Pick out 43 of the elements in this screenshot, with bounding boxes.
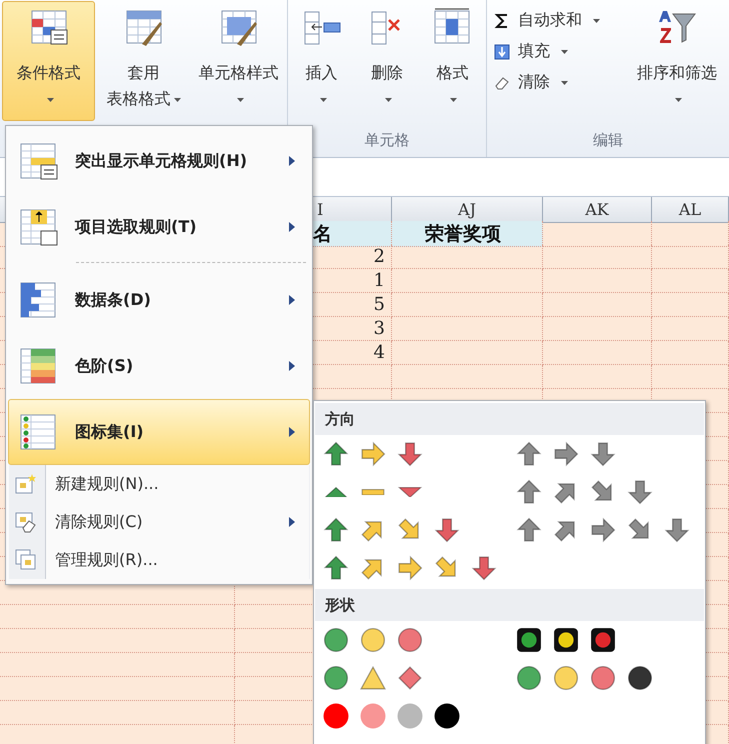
caret-icon [320, 98, 327, 102]
caret-icon [174, 98, 181, 102]
caret-icon [385, 98, 392, 102]
column-header[interactable]: AK [543, 197, 652, 223]
highlight-rules-icon [19, 141, 59, 181]
group-label: 编辑 [592, 130, 624, 150]
column-header[interactable]: AL [652, 197, 729, 223]
top-rules-icon [19, 207, 59, 247]
ribbon-button[interactable]: 自动求和 [489, 7, 619, 34]
ribbon-button[interactable]: 排序和筛选 [627, 1, 727, 121]
ribbon-button[interactable]: 单元格样式 [192, 1, 286, 121]
ribbon-button[interactable]: 格式 [420, 1, 484, 121]
menu-item[interactable]: 突出显示单元格规则(H) [8, 128, 310, 194]
group-label: 单元格 [364, 130, 411, 150]
caret-icon [450, 98, 458, 102]
menu-item[interactable]: 清除规则(C) [8, 503, 310, 541]
column-header[interactable]: AJ [392, 197, 543, 223]
menu-item[interactable]: 管理规则(R)... [8, 541, 310, 579]
table-style-icon [124, 8, 164, 48]
manage-rules-icon [15, 549, 37, 571]
caret-icon [675, 98, 682, 102]
caret-icon [561, 50, 568, 54]
section-header: 方向 [315, 403, 704, 435]
caret-icon [236, 98, 244, 102]
new-rule-icon [15, 473, 37, 495]
caret-icon [593, 18, 600, 22]
clear-rules-icon [15, 511, 37, 533]
ribbon-button[interactable]: 删除 [355, 1, 419, 121]
cell-style-icon [218, 8, 259, 48]
caret-icon [46, 98, 54, 102]
menu-item[interactable]: 图标集(I) [8, 399, 310, 465]
ribbon-button[interactable]: 填充 [489, 38, 619, 65]
ribbon-button[interactable]: 清除 [489, 69, 619, 96]
sum-icon [494, 12, 510, 28]
ribbon-button[interactable]: 插入 [290, 1, 354, 121]
menu-item[interactable]: 新建规则(N)... [8, 465, 310, 503]
eraser-icon [494, 74, 510, 90]
header-cell: 荣誉奖项 [392, 221, 543, 247]
fill-down-icon [494, 44, 510, 60]
caret-icon [561, 80, 568, 84]
section-header: 形状 [315, 589, 704, 621]
ribbon-button[interactable]: 套用 表格格式 [97, 1, 190, 121]
ribbon-button[interactable]: 条件格式 [2, 1, 96, 121]
